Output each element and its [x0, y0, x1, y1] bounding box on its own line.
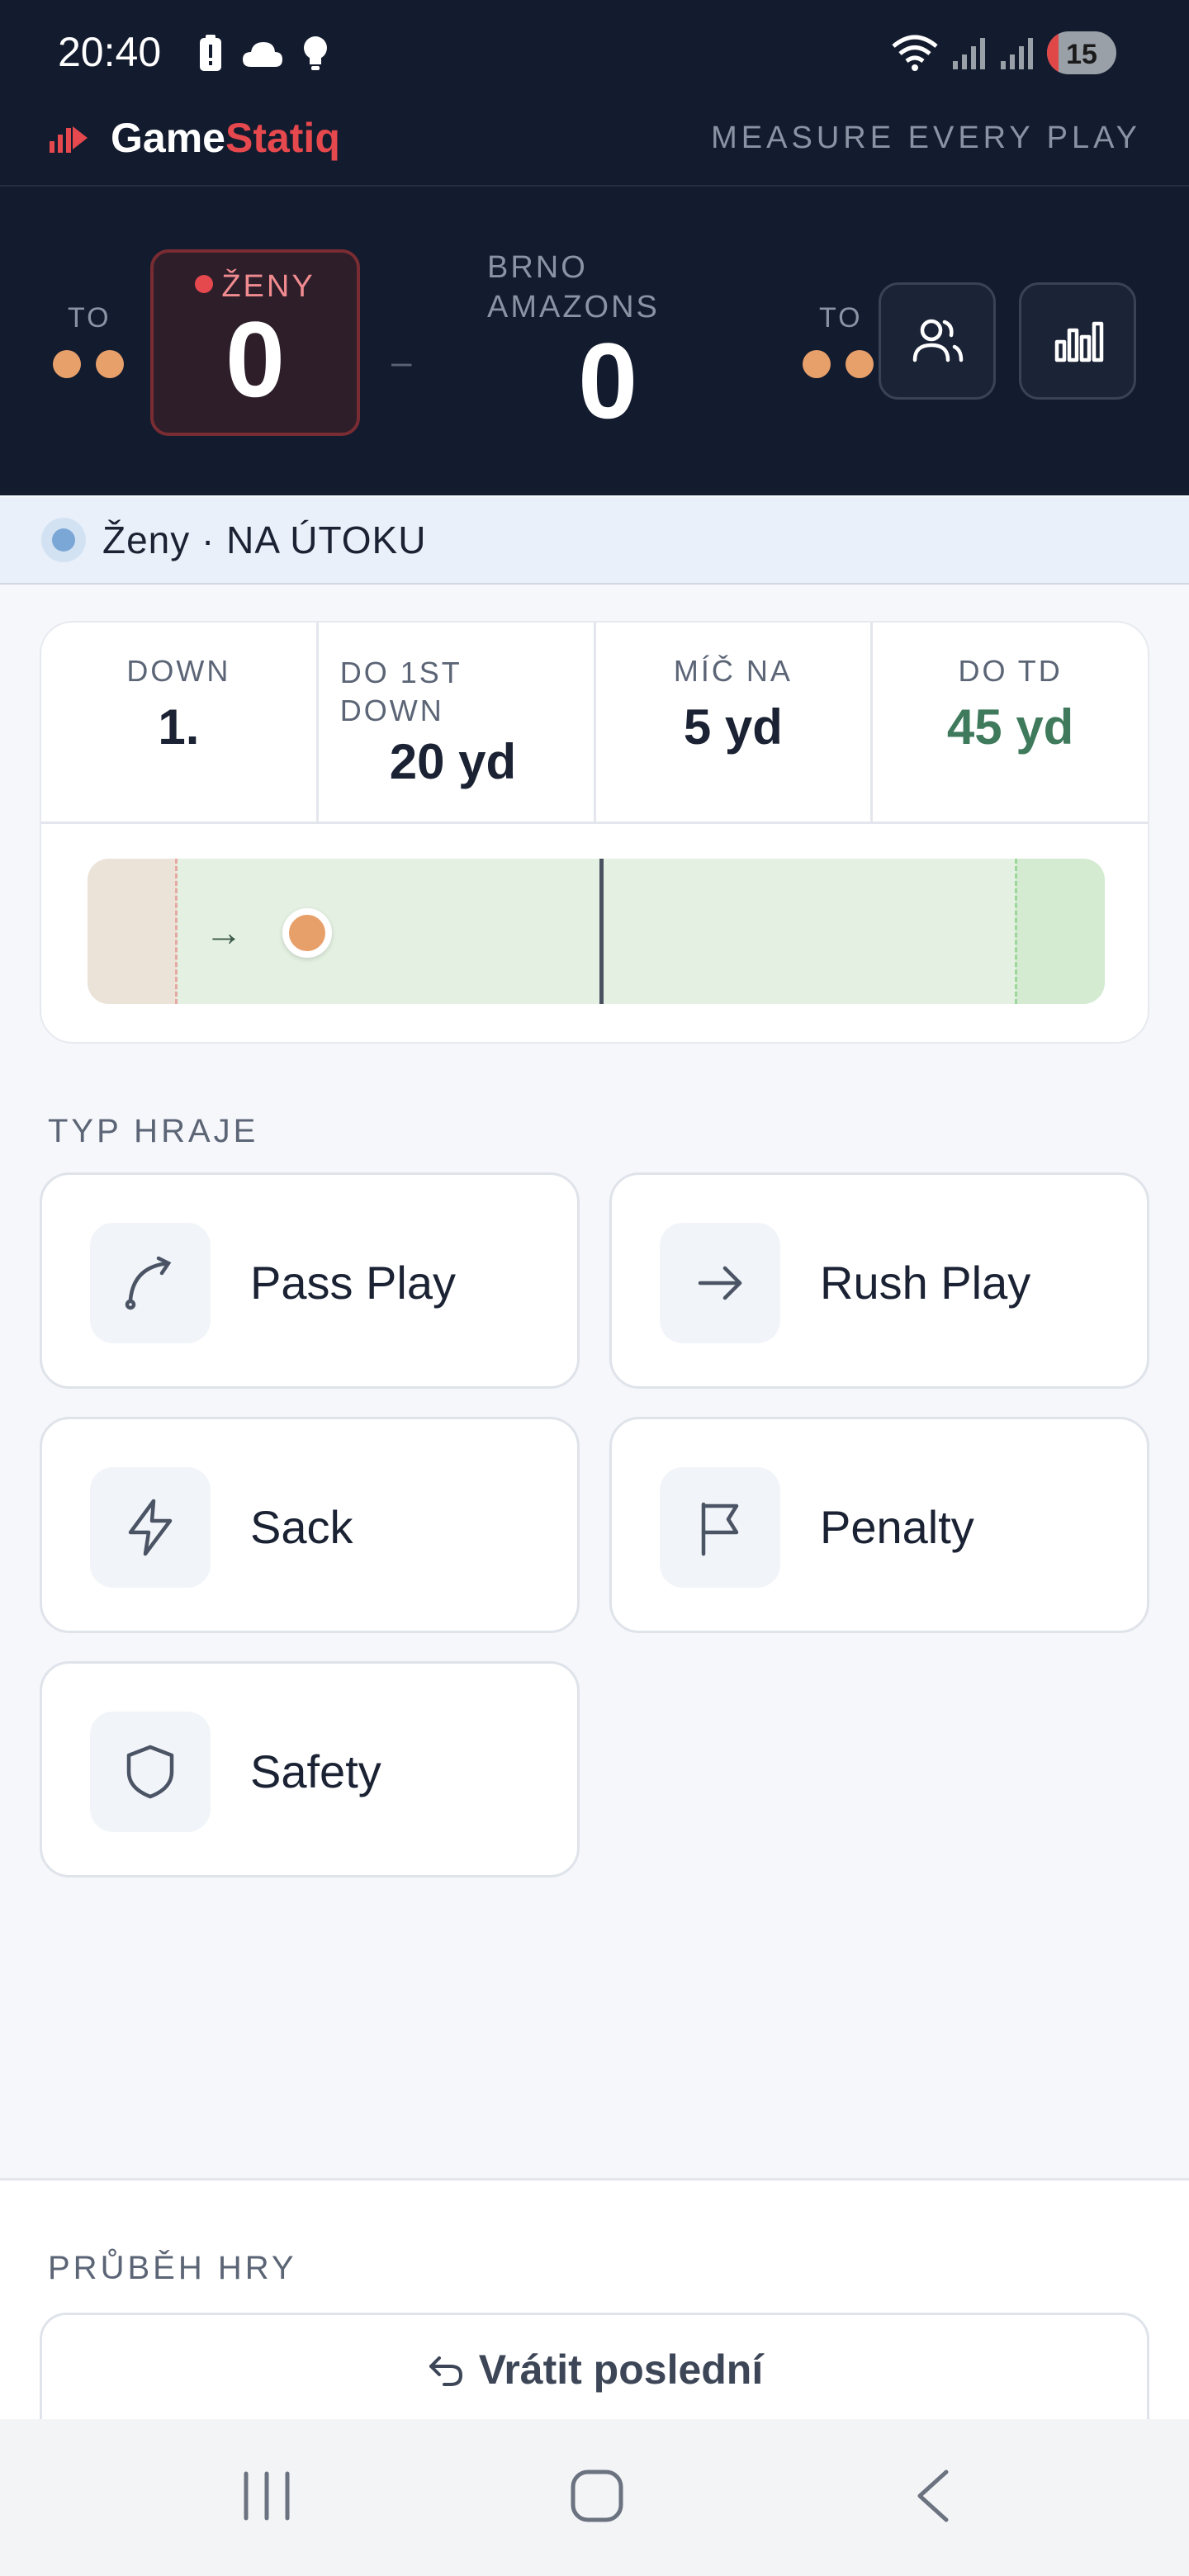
penalty-label: Penalty	[820, 1501, 974, 1553]
shield-icon	[126, 1745, 174, 1799]
top-panel: 20:40 15 GameStatiq MEASURE EVERY PLAY T…	[0, 0, 1189, 495]
timeout-dot	[53, 350, 81, 378]
brand-logo: GameStatiq	[48, 114, 340, 162]
undo-last-label: Vrátit poslední	[478, 2346, 764, 2393]
home-timeouts-label: TO	[68, 302, 111, 334]
stat-to-td-label: DO TD	[958, 654, 1063, 688]
tagline: MEASURE EVERY PLAY	[711, 121, 1141, 155]
status-bar: 20:40 15	[0, 0, 1189, 107]
users-icon	[912, 319, 964, 362]
status-icons-left	[198, 35, 329, 73]
undo-icon	[429, 2356, 462, 2386]
possession-indicator-dot	[195, 275, 214, 293]
home-team-score[interactable]: ŽENY 0	[150, 249, 360, 436]
away-timeouts	[803, 350, 874, 378]
stat-ball-on: MÍČ NA 5 yd	[596, 623, 874, 822]
system-navigation-bar	[0, 2419, 1189, 2576]
own-goal-line	[175, 859, 178, 1004]
opponent-endzone	[1016, 859, 1105, 1004]
signal-icon	[953, 38, 985, 69]
brand-name-first: Game	[111, 115, 225, 161]
possession-banner: Ženy · NA ÚTOKU	[0, 497, 1189, 585]
ball-marker[interactable]	[282, 908, 332, 958]
possession-text: Ženy · NA ÚTOKU	[102, 519, 427, 561]
stat-to-first-down-value: 20 yd	[389, 734, 517, 789]
score-separator: –	[391, 342, 412, 382]
midfield-line	[599, 859, 604, 1004]
game-state-stats: DOWN 1. DO 1ST DOWN 20 yd MÍČ NA 5 yd DO…	[41, 623, 1148, 824]
home-score-value: 0	[225, 299, 286, 419]
lightning-icon	[128, 1499, 173, 1556]
direction-arrow-icon: →	[205, 911, 243, 954]
stat-ball-on-label: MÍČ NA	[673, 654, 793, 688]
signal-icon-2	[1001, 38, 1033, 69]
rush-play-button[interactable]: Rush Play	[609, 1172, 1149, 1389]
back-icon[interactable]	[908, 2469, 963, 2523]
cloud-icon	[243, 42, 282, 67]
play-type-title: TYP HRAJE	[48, 1113, 259, 1149]
undo-last-button[interactable]: Vrátit poslední	[40, 2313, 1149, 2423]
app-bar: GameStatiq MEASURE EVERY PLAY	[0, 107, 1189, 187]
rush-play-label: Rush Play	[820, 1257, 1031, 1309]
battery-level: 15	[1066, 39, 1097, 70]
stat-down: DOWN 1.	[41, 623, 319, 822]
stat-down-value: 1.	[158, 699, 200, 755]
safety-icon-box	[90, 1712, 211, 1832]
status-icons-right: 15	[890, 31, 1116, 74]
own-endzone	[88, 859, 177, 1004]
game-timeline-section: PRŮBĚH HRY Vrátit poslední	[0, 2178, 1189, 2423]
pass-play-icon-box	[90, 1223, 211, 1343]
penalty-icon-box	[660, 1467, 780, 1588]
possession-dot	[41, 518, 86, 562]
safety-button[interactable]: Safety	[40, 1661, 580, 1878]
home-icon[interactable]	[570, 2469, 624, 2523]
arrow-right-icon	[698, 1266, 742, 1300]
status-time: 20:40	[58, 29, 162, 75]
brand-name: GameStatiq	[111, 114, 340, 162]
brand-name-accent: Statiq	[225, 115, 340, 161]
sack-label: Sack	[250, 1501, 353, 1553]
timeline-title: PRŮBĚH HRY	[48, 2250, 297, 2286]
scoreboard: TO ŽENY 0 – BRNO AMAZONS 0 TO	[0, 188, 1189, 495]
battery-indicator: 15	[1047, 31, 1116, 74]
battery-alert-icon	[200, 35, 221, 71]
safety-label: Safety	[250, 1745, 381, 1797]
recent-apps-icon[interactable]	[239, 2469, 294, 2523]
away-team-name: BRNO AMAZONS	[487, 250, 660, 324]
timeout-dot	[846, 350, 874, 378]
home-timeouts	[53, 350, 124, 378]
sack-icon-box	[90, 1467, 211, 1588]
logo-icon	[50, 126, 88, 153]
opponent-goal-line	[1015, 859, 1017, 1004]
stat-to-first-down-label: DO 1ST DOWN	[339, 656, 462, 727]
away-score-value[interactable]: 0	[578, 327, 637, 434]
field-diagram[interactable]: →	[88, 859, 1105, 1004]
rush-play-icon-box	[660, 1223, 780, 1343]
penalty-button[interactable]: Penalty	[609, 1417, 1149, 1633]
pass-play-button[interactable]: Pass Play	[40, 1172, 580, 1389]
pass-play-label: Pass Play	[250, 1257, 456, 1309]
wifi-icon	[892, 35, 938, 71]
stat-to-td-value: 45 yd	[946, 699, 1074, 755]
bar-chart-icon	[1054, 321, 1104, 362]
timeout-dot	[803, 350, 831, 378]
stat-down-label: DOWN	[126, 654, 231, 688]
stats-button[interactable]	[1019, 282, 1136, 400]
game-state-card: DOWN 1. DO 1ST DOWN 20 yd MÍČ NA 5 yd DO…	[40, 621, 1149, 1044]
stat-to-td: DO TD 45 yd	[873, 623, 1148, 822]
lightbulb-icon	[304, 36, 327, 70]
away-timeouts-label: TO	[819, 302, 863, 334]
roster-button[interactable]	[879, 282, 996, 400]
timeout-dot	[96, 350, 124, 378]
stat-to-first-down: DO 1ST DOWN 20 yd	[319, 623, 596, 822]
pass-curve-icon	[125, 1256, 172, 1310]
stat-ball-on-value: 5 yd	[683, 699, 783, 755]
sack-button[interactable]: Sack	[40, 1417, 580, 1633]
flag-icon	[701, 1502, 739, 1556]
